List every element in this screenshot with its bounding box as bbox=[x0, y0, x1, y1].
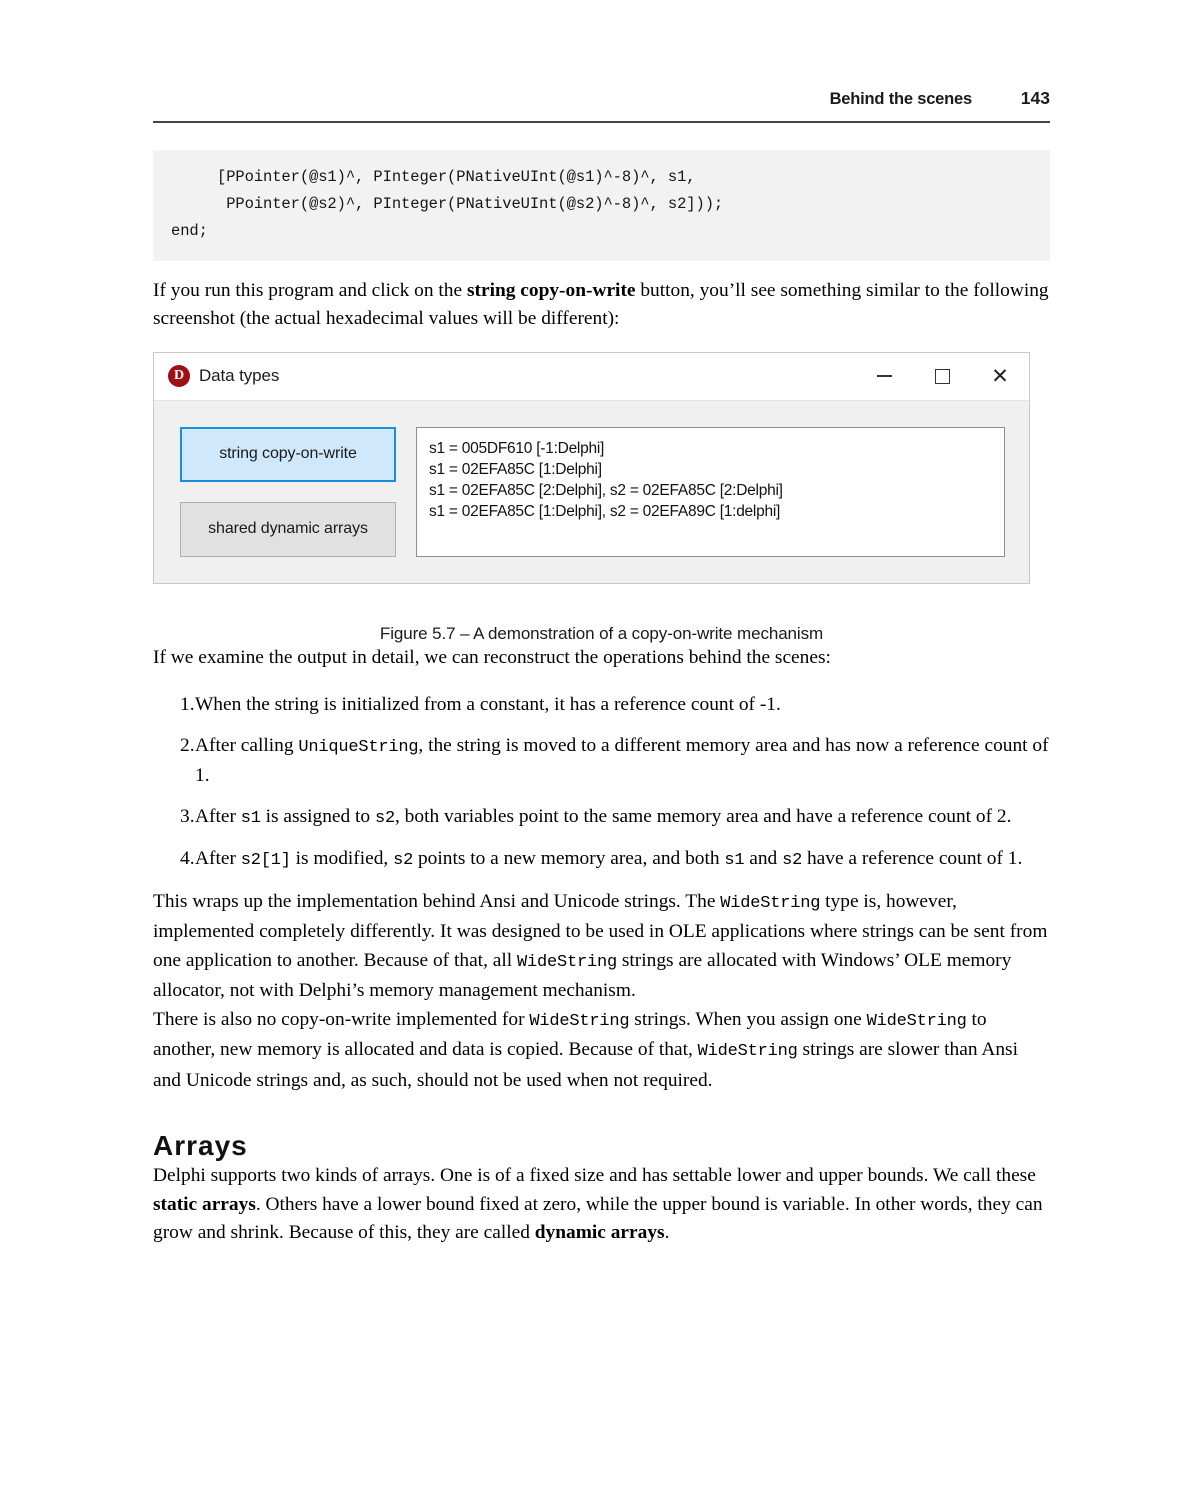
inline-code: WideString bbox=[720, 893, 821, 913]
inline-text: There is also no copy-on-write implement… bbox=[153, 1008, 530, 1030]
inline-text: , both variables point to the same memor… bbox=[394, 805, 1012, 827]
list-item-text: After s2[1] is modified, s2 points to a … bbox=[195, 845, 1050, 876]
minimize-icon[interactable] bbox=[855, 353, 913, 400]
window-controls: ✕ bbox=[855, 353, 1029, 400]
inline-text: is modified, bbox=[290, 848, 394, 869]
inline-text: After bbox=[195, 848, 241, 869]
inline-text: is assigned to bbox=[260, 805, 375, 827]
inline-text: have a reference count of 1. bbox=[802, 848, 1023, 869]
inline-code: s1 bbox=[724, 851, 745, 870]
header-divider bbox=[153, 121, 1050, 123]
list-item-number: 2. bbox=[180, 734, 195, 756]
list-item-number: 4. bbox=[180, 848, 195, 869]
running-head-title: Behind the scenes bbox=[829, 90, 973, 108]
data-types-window: Data types ✕ string copy-on-write shared… bbox=[153, 351, 1030, 584]
inline-code: WideString bbox=[529, 1011, 630, 1031]
list-item-text: After calling UniqueString, the string i… bbox=[195, 732, 1050, 791]
intro-part-1: If you run this program and click on the bbox=[153, 279, 467, 301]
string-copy-on-write-button[interactable]: string copy-on-write bbox=[180, 426, 396, 482]
inline-text: . bbox=[664, 1222, 670, 1243]
output-line: s1 = 02EFA85C [1:Delphi], s2 = 02EFA89C … bbox=[429, 502, 781, 520]
inline-code: WideString bbox=[866, 1011, 967, 1031]
close-icon[interactable]: ✕ bbox=[971, 353, 1029, 400]
inline-code: s2[1] bbox=[240, 851, 291, 870]
delphi-icon bbox=[168, 365, 190, 387]
inline-text: After bbox=[195, 805, 241, 827]
list-item: 3. After s1 is assigned to s2, both vari… bbox=[153, 803, 1050, 834]
window-body: string copy-on-write shared dynamic arra… bbox=[154, 401, 1029, 583]
list-item: 2. After calling UniqueString, the strin… bbox=[153, 732, 1050, 791]
inline-code: s2 bbox=[374, 808, 395, 828]
inline-text: After calling bbox=[195, 734, 299, 756]
inline-bold: static arrays bbox=[153, 1193, 256, 1215]
maximize-icon[interactable] bbox=[913, 353, 971, 400]
inline-text: and bbox=[744, 848, 783, 869]
figure-caption: Figure 5.7 – A demonstration of a copy-o… bbox=[379, 623, 824, 643]
widestring-paragraph-1: This wraps up the implementation behind … bbox=[153, 888, 1050, 1006]
output-line: s1 = 005DF610 [-1:Delphi] bbox=[429, 439, 605, 457]
arrays-paragraph: Delphi supports two kinds of arrays. One… bbox=[153, 1162, 1050, 1248]
lead-in-paragraph: If we examine the output in detail, we c… bbox=[153, 646, 831, 668]
list-item-number: 3. bbox=[180, 805, 195, 827]
output-line: s1 = 02EFA85C [1:Delphi] bbox=[429, 460, 602, 478]
list-item-text: When the string is initialized from a co… bbox=[195, 691, 1050, 720]
inline-text: points to a new memory area, and both bbox=[413, 848, 725, 869]
running-head: Behind the scenes 143 bbox=[153, 0, 1050, 109]
inline-code: s2 bbox=[782, 851, 803, 870]
window-button-column: string copy-on-write shared dynamic arra… bbox=[180, 426, 396, 557]
arrays-heading: Arrays bbox=[153, 1130, 248, 1161]
page-number: 143 bbox=[1020, 88, 1050, 108]
inline-code: UniqueString bbox=[298, 737, 419, 757]
list-item: 1. When the string is initialized from a… bbox=[153, 691, 1050, 720]
list-item: 4. After s2[1] is modified, s2 points to… bbox=[153, 845, 1050, 876]
inline-text: strings. When you assign one bbox=[629, 1008, 867, 1030]
widestring-paragraph-2: There is also no copy-on-write implement… bbox=[153, 1006, 1050, 1096]
shared-dynamic-arrays-button[interactable]: shared dynamic arrays bbox=[180, 501, 396, 557]
inline-bold: dynamic arrays bbox=[534, 1222, 665, 1243]
list-item-text: After s1 is assigned to s2, both variabl… bbox=[195, 803, 1050, 834]
code-block: [PPointer(@s1)^, PInteger(PNativeUInt(@s… bbox=[153, 150, 1050, 261]
window-titlebar[interactable]: Data types ✕ bbox=[154, 352, 1029, 401]
inline-text: When the string is initialized from a co… bbox=[195, 694, 781, 715]
inline-code: s1 bbox=[240, 808, 261, 828]
document-page: Behind the scenes 143 [PPointer(@s1)^, P… bbox=[0, 0, 1203, 1500]
inline-code: s2 bbox=[393, 851, 414, 870]
inline-text: Delphi supports two kinds of arrays. One… bbox=[153, 1165, 1036, 1186]
reconstruction-steps-list: 1. When the string is initialized from a… bbox=[153, 691, 1050, 876]
output-memo[interactable]: s1 = 005DF610 [-1:Delphi] s1 = 02EFA85C … bbox=[416, 426, 1005, 557]
window-title: Data types bbox=[199, 366, 280, 385]
intro-bold-term: string copy-on-write bbox=[466, 279, 636, 301]
output-line: s1 = 02EFA85C [2:Delphi], s2 = 02EFA85C … bbox=[429, 481, 783, 499]
inline-code: WideString bbox=[517, 952, 618, 972]
inline-code: WideString bbox=[697, 1042, 798, 1061]
figure-5-7: Data types ✕ string copy-on-write shared… bbox=[153, 351, 1050, 644]
list-item-number: 1. bbox=[180, 694, 195, 715]
intro-paragraph: If you run this program and click on the… bbox=[153, 277, 1050, 334]
inline-text: This wraps up the implementation behind … bbox=[153, 890, 721, 912]
